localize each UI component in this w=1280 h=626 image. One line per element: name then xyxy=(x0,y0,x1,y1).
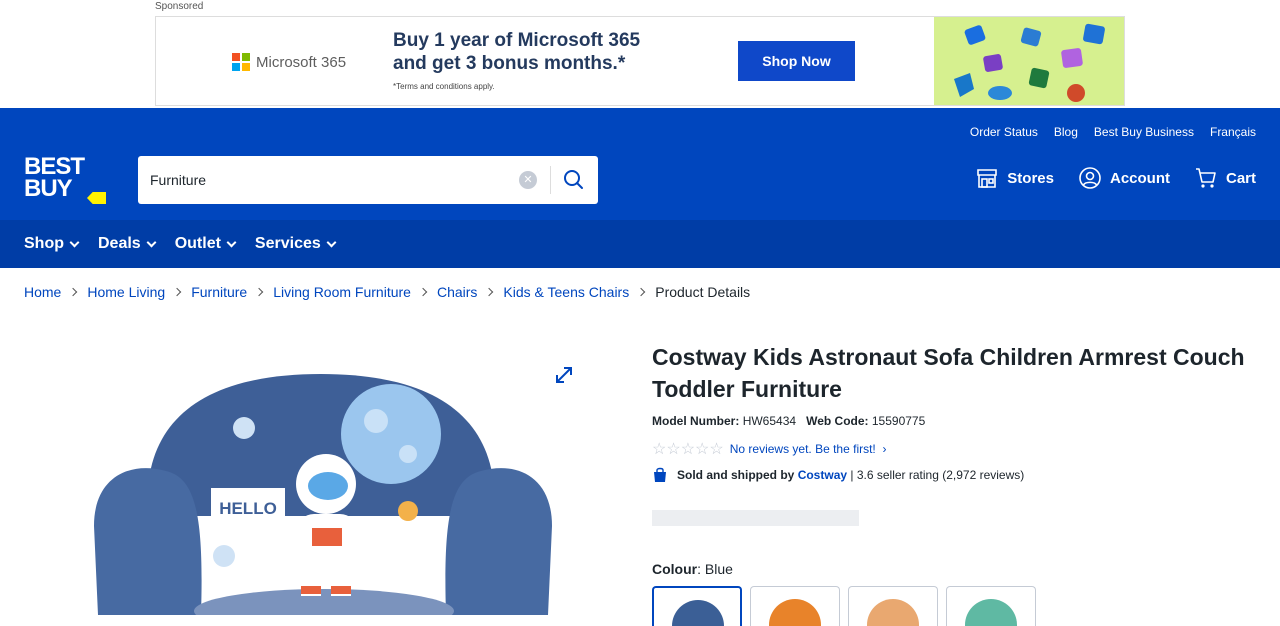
chevron-right-icon xyxy=(636,287,646,297)
breadcrumb-home[interactable]: Home xyxy=(24,284,61,300)
sponsored-label: Sponsored xyxy=(155,1,204,12)
seller-rating: | 3.6 seller rating (2,972 reviews) xyxy=(850,468,1025,482)
ad-headline: Buy 1 year of Microsoft 365 and get 3 bo… xyxy=(393,30,641,74)
image-sign-text: HELLO xyxy=(219,499,277,518)
breadcrumb: Home Home Living Furniture Living Room F… xyxy=(24,284,750,300)
chevron-down-icon xyxy=(326,237,337,247)
nav-shop[interactable]: Shop xyxy=(24,235,80,253)
selected-colour: Blue xyxy=(704,561,733,577)
best-buy-business-link[interactable]: Best Buy Business xyxy=(1094,125,1194,139)
breadcrumb-kids-teens-chairs[interactable]: Kids & Teens Chairs xyxy=(503,284,629,300)
expand-icon xyxy=(556,367,572,383)
ad-shop-now-button[interactable]: Shop Now xyxy=(738,41,855,81)
write-review-link[interactable]: No reviews yet. Be the first! › xyxy=(730,442,887,456)
site-header: Order Status Blog Best Buy Business Fran… xyxy=(0,108,1280,220)
product-image[interactable]: HELLO xyxy=(86,366,566,615)
office-apps-illustration xyxy=(934,17,1124,105)
main-nav: Shop Deals Outlet Services xyxy=(0,220,1280,268)
account-label: Account xyxy=(1109,169,1170,187)
search-button[interactable] xyxy=(558,166,590,194)
breadcrumb-home-living[interactable]: Home Living xyxy=(87,284,165,300)
search-divider xyxy=(550,166,551,194)
chevron-right-icon xyxy=(69,287,78,297)
blog-link[interactable]: Blog xyxy=(1054,125,1078,139)
product-title: Costway Kids Astronaut Sofa Children Arm… xyxy=(652,344,1245,402)
order-status-link[interactable]: Order Status xyxy=(970,125,1038,139)
breadcrumb-current: Product Details xyxy=(655,284,751,300)
francais-link[interactable]: Français xyxy=(1210,125,1256,139)
nav-deals[interactable]: Deals xyxy=(98,235,157,253)
header-actions: Stores Account Cart xyxy=(975,166,1256,190)
colour-label: Colour: Blue xyxy=(652,561,733,577)
clear-search-icon[interactable]: ✕ xyxy=(519,171,537,189)
chevron-right-icon xyxy=(254,287,264,297)
breadcrumb-chairs[interactable]: Chairs xyxy=(437,284,477,300)
account-icon xyxy=(1079,167,1101,189)
utility-links: Order Status Blog Best Buy Business Fran… xyxy=(970,125,1256,139)
chevron-down-icon xyxy=(146,237,157,247)
cart-icon xyxy=(1195,168,1216,188)
best-buy-logo[interactable]: BEST BUY xyxy=(24,155,106,206)
shopping-bag-icon xyxy=(654,467,666,482)
rating-row: ☆☆☆☆☆ No reviews yet. Be the first! › xyxy=(652,439,886,459)
search-icon xyxy=(564,170,583,189)
empty-stars-icon: ☆☆☆☆☆ xyxy=(652,441,724,458)
chevron-down-icon xyxy=(226,237,237,247)
cart-button[interactable]: Cart xyxy=(1194,166,1256,190)
cart-label: Cart xyxy=(1225,169,1256,187)
chevron-right-icon xyxy=(418,287,428,297)
chevron-right-icon xyxy=(485,287,494,297)
microsoft-logo: Microsoft 365 xyxy=(232,53,346,71)
swatch-blue-astronaut[interactable] xyxy=(652,586,742,626)
store-icon xyxy=(977,169,998,188)
swatch-orange-tiger[interactable] xyxy=(750,586,840,626)
swatch-green-dino[interactable] xyxy=(946,586,1036,626)
model-info: Model Number: HW65434 Web Code: 15590775 xyxy=(652,414,926,428)
chevron-right-icon xyxy=(172,287,182,297)
seller-info: Sold and shipped by Costway | 3.6 seller… xyxy=(652,467,1024,483)
ad-terms: *Terms and conditions apply. xyxy=(393,82,495,91)
breadcrumb-living-room-furniture[interactable]: Living Room Furniture xyxy=(273,284,411,300)
microsoft-squares-icon xyxy=(232,53,250,71)
stores-button[interactable]: Stores xyxy=(975,166,1054,190)
account-button[interactable]: Account xyxy=(1078,166,1170,190)
expand-image-button[interactable] xyxy=(553,364,575,386)
stores-label: Stores xyxy=(1007,169,1054,187)
nav-services[interactable]: Services xyxy=(255,235,337,253)
search-input[interactable] xyxy=(150,156,510,204)
web-code: 15590775 xyxy=(871,414,926,428)
price-loading-placeholder xyxy=(652,510,859,526)
model-number: HW65434 xyxy=(742,414,797,428)
ad-brand: Microsoft 365 xyxy=(256,53,347,71)
seller-link[interactable]: Costway xyxy=(798,468,847,482)
breadcrumb-furniture[interactable]: Furniture xyxy=(191,284,247,300)
nav-outlet[interactable]: Outlet xyxy=(175,235,237,253)
chevron-down-icon xyxy=(69,237,80,247)
search-bar: ✕ xyxy=(138,156,598,204)
colour-swatches xyxy=(652,586,1036,626)
ad-banner[interactable]: Microsoft 365 Buy 1 year of Microsoft 36… xyxy=(155,16,1125,106)
swatch-white-pattern[interactable] xyxy=(848,586,938,626)
